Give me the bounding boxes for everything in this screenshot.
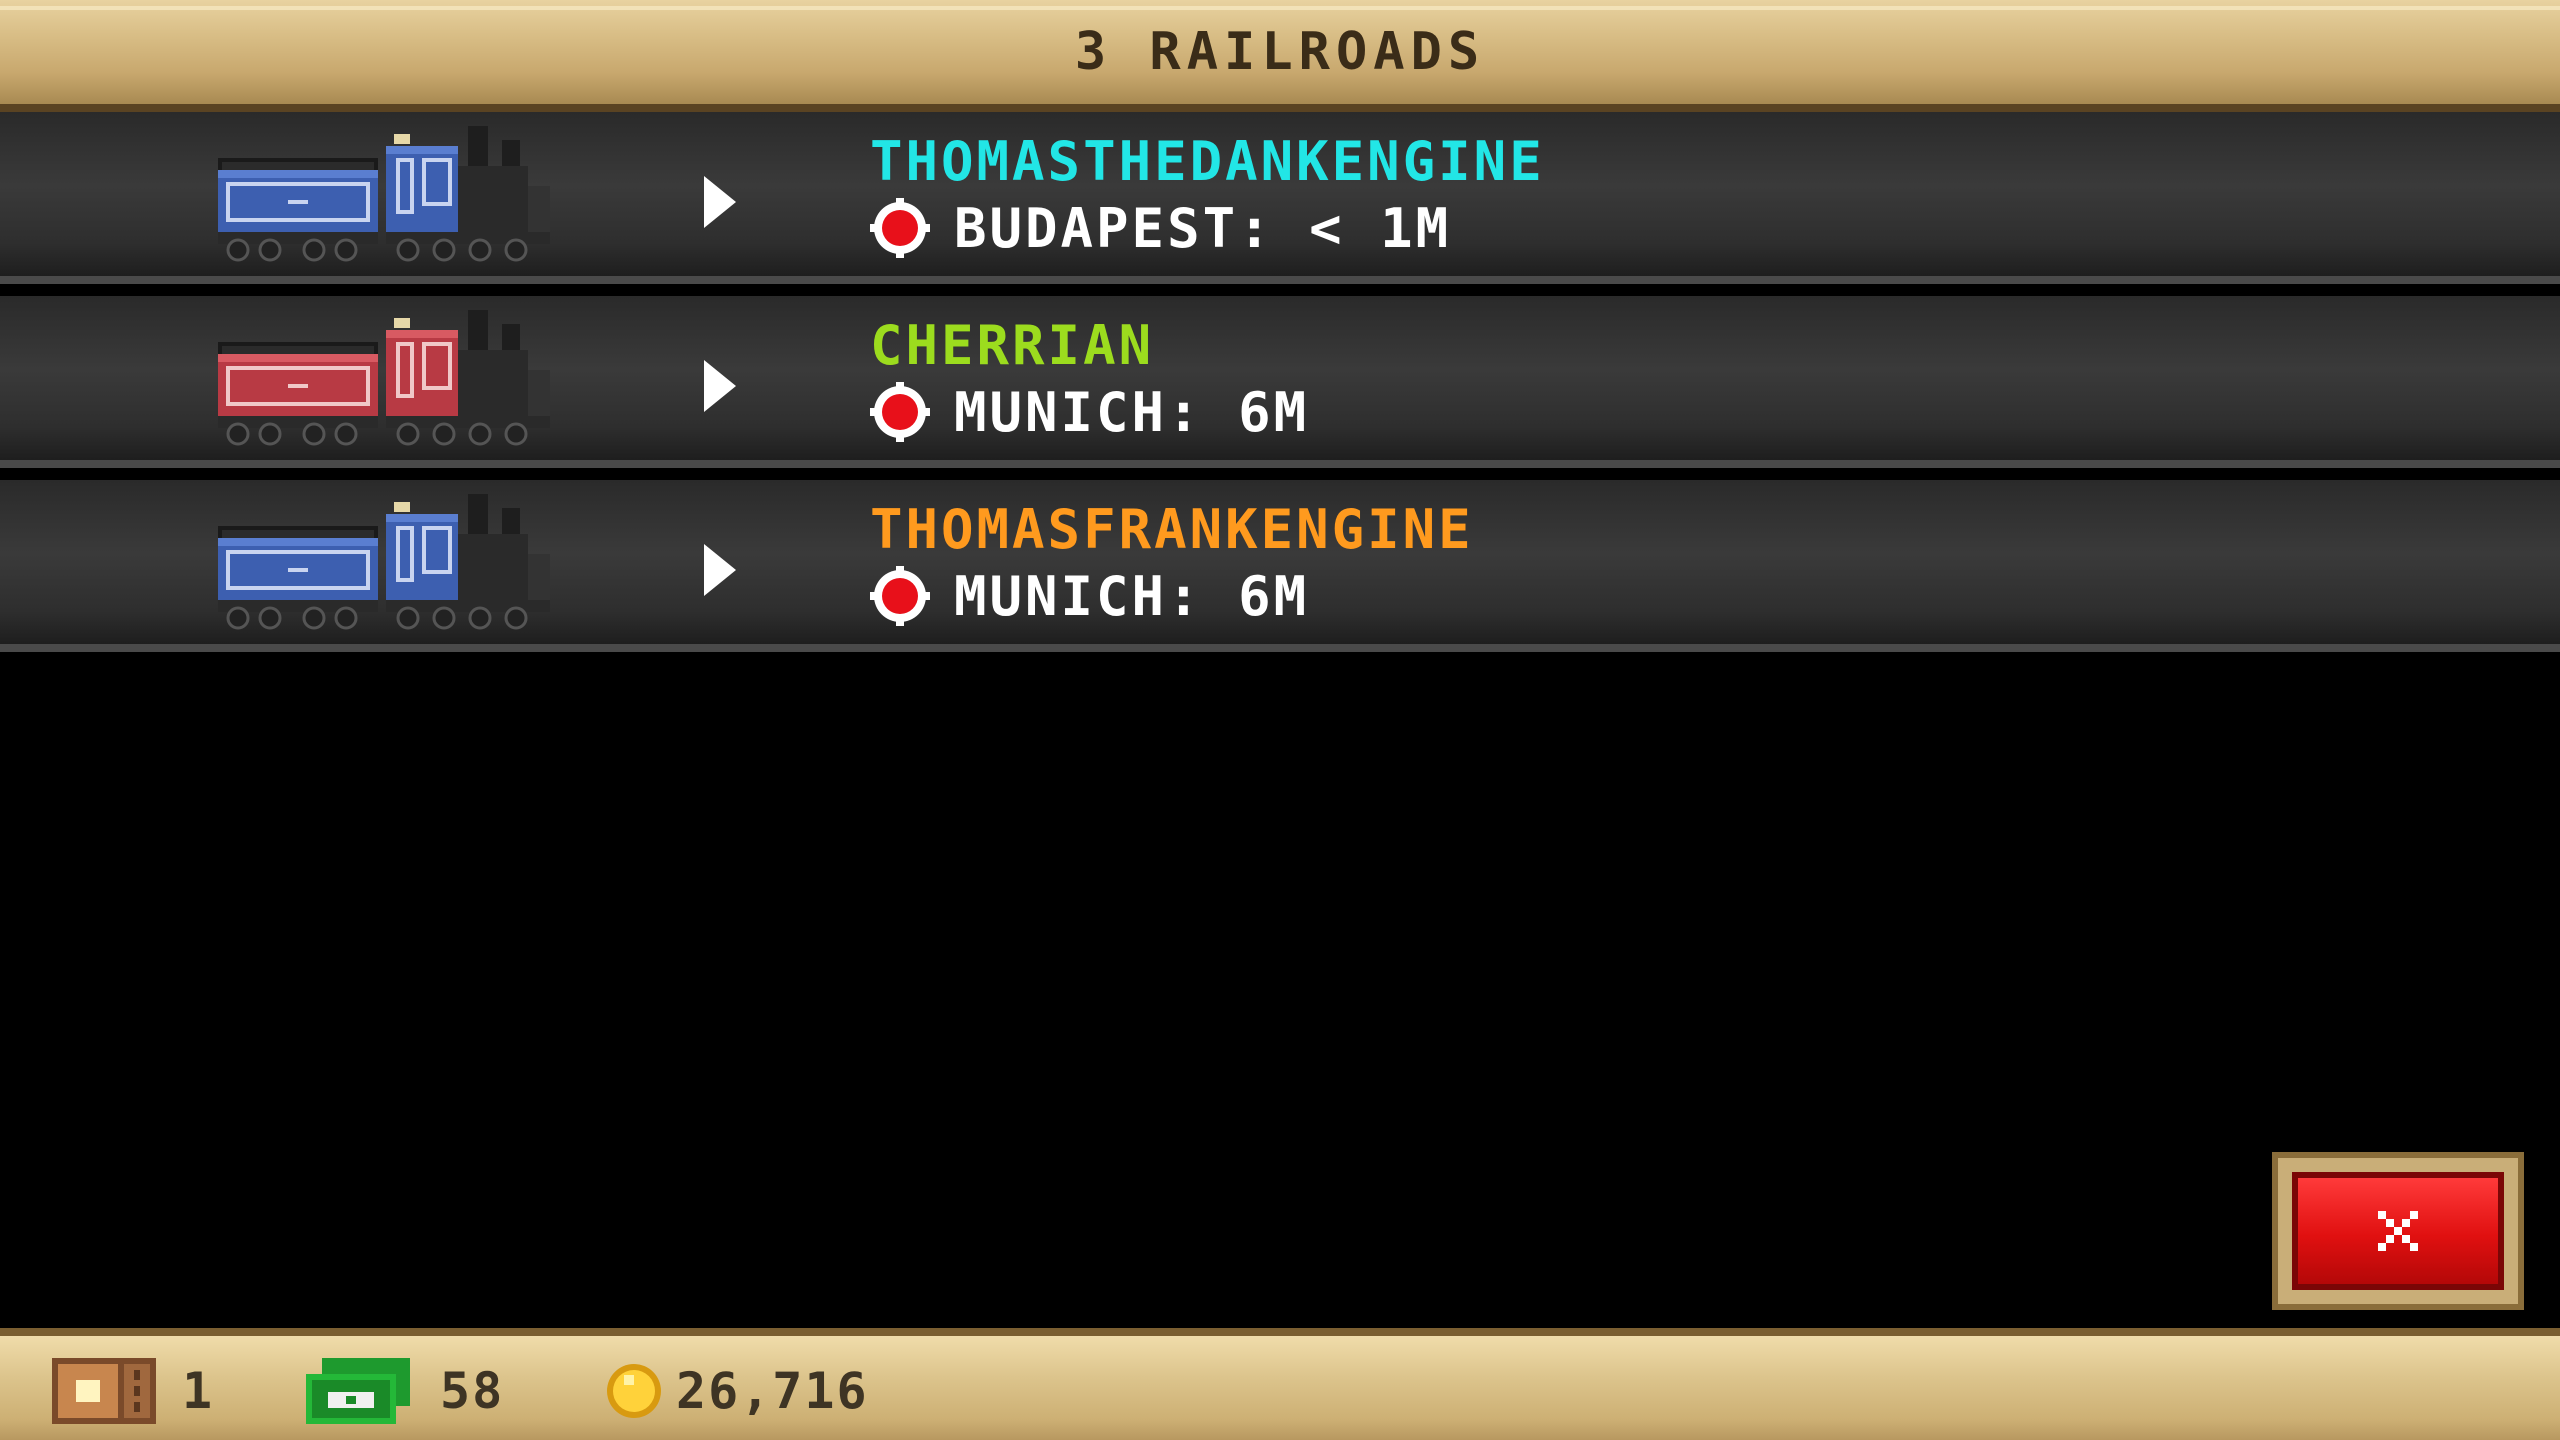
cash-icon [306, 1358, 410, 1424]
close-button[interactable] [2272, 1152, 2524, 1310]
railroad-row[interactable]: THOMASTHEDANKENGINE BUDAPEST: < 1M [0, 112, 2560, 284]
tickets-value: 1 [182, 1362, 215, 1420]
railroad-name: THOMASFRANKENGINE [870, 498, 1474, 561]
railroad-location: BUDAPEST: < 1M [870, 196, 1451, 260]
railroad-list: THOMASTHEDANKENGINE BUDAPEST: < 1M CHERR… [0, 112, 2560, 664]
close-button-face[interactable] [2292, 1172, 2504, 1290]
coins-counter: 26,716 [604, 1356, 869, 1426]
location-label: MUNICH: 6M [954, 564, 1310, 628]
cash-value: 58 [440, 1362, 505, 1420]
chevron-right-icon[interactable] [700, 172, 740, 232]
ticket-icon [52, 1358, 156, 1424]
location-label: MUNICH: 6M [954, 380, 1310, 444]
train-icon [218, 494, 552, 630]
train-icon [218, 310, 552, 446]
tickets-counter: 1 [52, 1356, 214, 1426]
railroad-location: MUNICH: 6M [870, 564, 1309, 628]
railroad-row[interactable]: THOMASFRANKENGINE MUNICH: 6M [0, 480, 2560, 652]
railroad-name: CHERRIAN [870, 314, 1155, 377]
coins-value: 26,716 [676, 1362, 869, 1420]
train-icon [218, 126, 552, 262]
location-pin-icon [870, 566, 930, 626]
currency-bar: 1 58 26,716 [0, 1328, 2560, 1440]
close-icon[interactable] [2374, 1207, 2422, 1255]
coin-icon [607, 1364, 661, 1418]
railroad-location: MUNICH: 6M [870, 380, 1309, 444]
chevron-right-icon[interactable] [700, 356, 740, 416]
page-title: 3 RAILROADS [1074, 22, 1486, 82]
cash-counter: 58 [306, 1356, 504, 1426]
location-pin-icon [870, 382, 930, 442]
railroad-row[interactable]: CHERRIAN MUNICH: 6M [0, 296, 2560, 468]
location-label: BUDAPEST: < 1M [954, 196, 1452, 260]
chevron-right-icon[interactable] [700, 540, 740, 600]
location-pin-icon [870, 198, 930, 258]
railroad-name: THOMASTHEDANKENGINE [870, 130, 1545, 193]
header-bar: 3 RAILROADS [0, 0, 2560, 112]
